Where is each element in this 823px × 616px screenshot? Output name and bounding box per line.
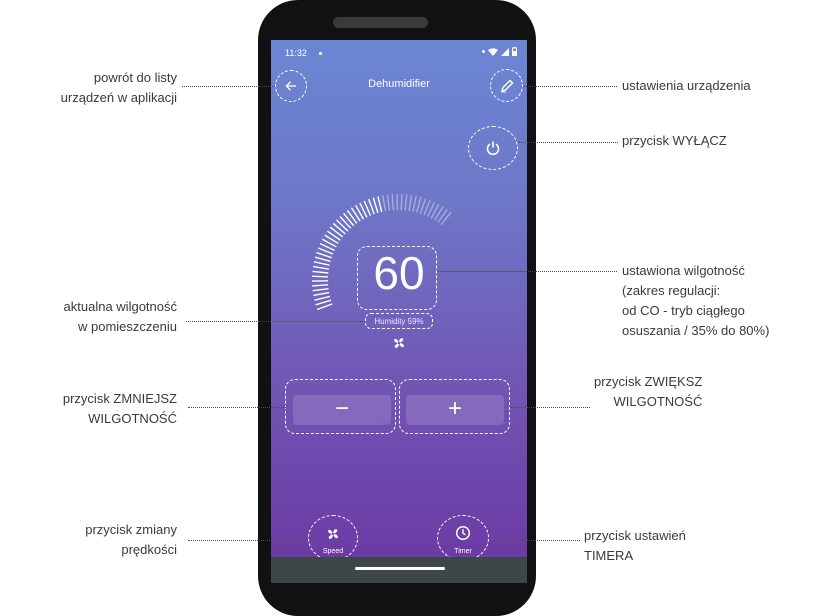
dial-tick: [316, 303, 333, 311]
dial-tick: [343, 212, 355, 227]
annotation-set-humidity: ustawiona wilgotność (zakres regulacji: …: [622, 261, 769, 341]
timer-button[interactable]: Timer: [437, 515, 489, 561]
annotation-speed: przycisk zmiany prędkości: [85, 520, 177, 560]
annotation-timer-line1: przycisk ustawień: [584, 528, 686, 543]
annotation-decrease-line1: przycisk ZMNIEJSZ: [62, 391, 177, 406]
annotation-speed-line2: prędkości: [121, 542, 177, 557]
dial-tick: [315, 299, 332, 306]
app-screen: 11:32 Dehumidifier 60 Humidity 59% − + S…: [271, 40, 527, 583]
dial-tick: [386, 194, 391, 211]
increase-humidity-button[interactable]: +: [406, 395, 504, 425]
annotation-current-humidity: aktualna wilgotność w pomieszczeniu: [64, 297, 177, 337]
dial-tick: [381, 195, 387, 212]
humidity-dial: [311, 193, 452, 311]
dial-tick: [408, 194, 413, 211]
leader-set-humidity: [437, 271, 617, 272]
leader-power: [518, 142, 618, 143]
dial-tick: [391, 194, 395, 211]
annotation-current-line2: w pomieszczeniu: [78, 319, 177, 334]
annotation-current-line1: aktualna wilgotność: [63, 299, 177, 314]
leader-back: [182, 86, 275, 87]
dial-tick: [346, 210, 358, 224]
dial-tick: [404, 194, 408, 211]
speed-button[interactable]: Speed: [308, 515, 358, 561]
clock-icon: [455, 525, 471, 541]
leader-timer: [492, 540, 580, 541]
phone-speaker: [333, 17, 428, 28]
annotation-set-line3: od CO - tryb ciągłego: [622, 303, 745, 318]
annotation-set-line1: ustawiona wilgotność: [622, 263, 745, 278]
decrease-humidity-button[interactable]: −: [293, 395, 391, 425]
annotation-power: przycisk WYŁĄCZ: [622, 131, 727, 151]
annotation-timer: przycisk ustawień TIMERA: [584, 526, 686, 566]
leader-current-humidity: [186, 321, 365, 322]
dial-tick: [416, 196, 422, 213]
dial-tick: [329, 226, 344, 238]
annotation-power-line1: przycisk WYŁĄCZ: [622, 133, 727, 148]
leader-settings: [523, 86, 617, 87]
fan-icon: [325, 526, 341, 542]
leader-speed: [188, 540, 308, 541]
annotation-increase: przycisk ZWIĘKSZ WILGOTNOŚĆ: [594, 372, 702, 412]
speed-label: Speed: [322, 548, 344, 555]
dial-tick: [314, 295, 331, 301]
annotation-increase-line1: przycisk ZWIĘKSZ: [594, 374, 703, 389]
home-gesture-bar[interactable]: [355, 567, 445, 570]
annotation-back: powrót do listy urządzeń w aplikacji: [61, 68, 177, 108]
annotation-decrease: przycisk ZMNIEJSZ WILGOTNOŚĆ: [63, 389, 177, 429]
annotation-decrease-line2: WILGOTNOŚĆ: [88, 411, 177, 426]
leader-increase: [510, 407, 590, 408]
dial-tick: [440, 211, 452, 226]
annotation-speed-line1: przycisk zmiany: [85, 522, 177, 537]
dial-tick: [437, 208, 448, 223]
dial-tick: [326, 230, 341, 241]
annotation-set-line4: osuszania / 35% do 80%): [622, 323, 770, 338]
annotation-settings: ustawienia urządzenia: [622, 76, 751, 96]
annotation-back-line1: powrót do listy: [93, 70, 177, 85]
annotation-set-line2: (zakres regulacji:: [622, 283, 721, 298]
annotation-increase-line2: WILGOTNOŚĆ: [613, 394, 703, 409]
fan-icon: [391, 335, 407, 351]
dial-tick: [336, 219, 349, 232]
dial-tick: [412, 195, 417, 212]
dial-tick: [339, 216, 352, 229]
leader-decrease: [188, 407, 286, 408]
dial-tick: [332, 222, 346, 235]
dial-tick: [419, 198, 427, 214]
timer-label: Timer: [454, 548, 472, 555]
set-humidity-value: 60: [373, 247, 425, 299]
annotation-settings-line1: ustawienia urządzenia: [622, 78, 751, 93]
annotation-back-line2: urządzeń w aplikacji: [60, 90, 177, 105]
annotation-timer-line2: TIMERA: [584, 548, 634, 563]
system-nav-bar: [271, 557, 527, 583]
dial-tick: [372, 197, 379, 214]
dial-tick: [377, 196, 383, 213]
dial-tick: [400, 194, 403, 211]
